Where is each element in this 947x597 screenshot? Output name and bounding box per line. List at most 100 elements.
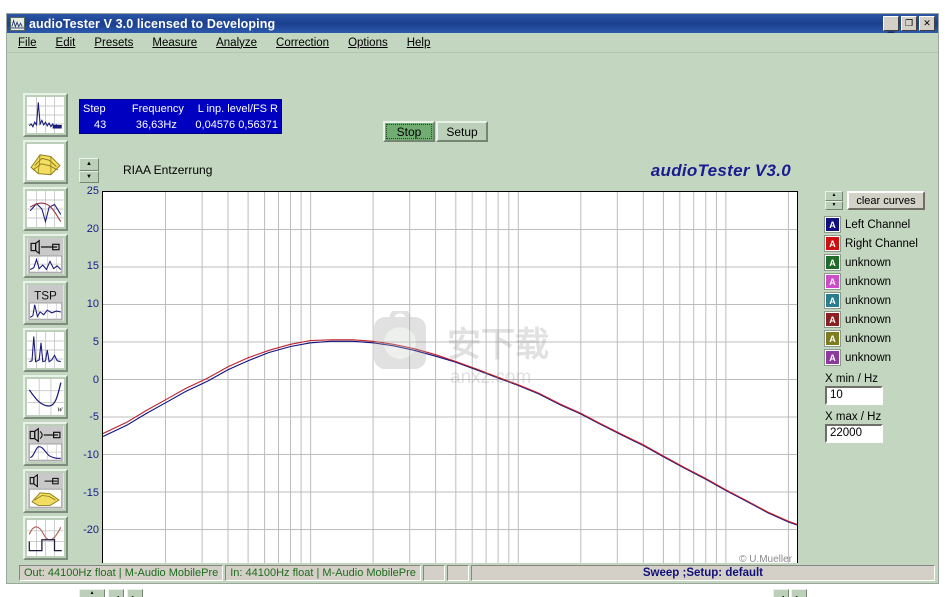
svg-text:TSP: TSP: [34, 289, 57, 302]
legend-item-unknown-4[interactable]: A unknown: [825, 272, 938, 291]
y-tick: -10: [83, 448, 99, 461]
spinner-down-icon[interactable]: ▼: [79, 170, 99, 183]
x-scroll-right-button[interactable]: ▶: [791, 589, 807, 597]
legend-item-right-channel[interactable]: A Right Channel: [825, 234, 938, 253]
legend-color-swatch[interactable]: A: [825, 255, 840, 270]
speaker-lowpass-icon: [27, 426, 64, 462]
scroll-right-button[interactable]: ▶: [127, 589, 143, 597]
stop-button[interactable]: Stop: [383, 121, 435, 142]
curve-index-up-icon[interactable]: ▲: [825, 191, 843, 201]
info-level-values: 0,04576 0,56371: [195, 117, 278, 133]
legend-item-left-channel[interactable]: A Left Channel: [825, 215, 938, 234]
menu-correction[interactable]: Correction: [274, 36, 331, 50]
minimize-icon: _: [887, 18, 895, 33]
bottom-left-controls: ▲ ▼ ◀ ▶: [79, 589, 143, 597]
setup-button[interactable]: Setup: [436, 121, 488, 142]
toolbar-impedance-button[interactable]: w: [23, 375, 68, 419]
menu-edit[interactable]: Edit: [54, 36, 78, 50]
plot-gridlines: [103, 192, 797, 567]
toolbar-spectrum-fft-button[interactable]: [23, 93, 68, 137]
menu-presets-label: Presets: [94, 36, 134, 49]
menu-file[interactable]: File: [16, 36, 39, 50]
curve-legend: A Left Channel A Right Channel A unknown…: [825, 215, 938, 367]
brand-label: audioTester V3.0: [650, 161, 791, 180]
spectrum-fft-icon: [27, 97, 64, 133]
toolbar-speaker-waterfall-button[interactable]: [23, 469, 68, 513]
legend-color-swatch[interactable]: A: [825, 293, 840, 308]
chart-vertical-spinner[interactable]: ▲ ▼: [79, 158, 99, 183]
info-frequency-value: 36,63Hz: [135, 119, 177, 131]
legend-item-unknown-3[interactable]: A unknown: [825, 253, 938, 272]
title-bar: audioTester V 3.0 licensed to Developing…: [7, 14, 938, 33]
menu-options[interactable]: Options: [346, 36, 390, 50]
y-tick: -20: [83, 524, 99, 537]
clear-curves-button[interactable]: clear curves: [847, 191, 925, 210]
status-bar: Out: 44100Hz float | M-Audio MobilePre I…: [7, 563, 938, 583]
legend-item-unknown-6[interactable]: A unknown: [825, 310, 938, 329]
menu-measure-label: Measure: [152, 36, 198, 49]
setup-button-label: Setup: [446, 124, 478, 139]
chart-title: RIAA Entzerrung: [123, 163, 213, 177]
toolbar-sweep-curves-button[interactable]: [23, 187, 68, 231]
toolbar-speaker-response-button[interactable]: [23, 234, 68, 278]
x-scroll-left-button[interactable]: ◀: [773, 589, 789, 597]
info-level-left-value: 0,04576: [195, 119, 236, 131]
status-blank-2: [446, 565, 469, 581]
curve-index-spinner[interactable]: ▲ ▼: [825, 191, 843, 210]
x-max-input[interactable]: 22000: [825, 424, 883, 443]
toolbar-speaker-lowpass-button[interactable]: [23, 422, 68, 466]
legend-label: unknown: [845, 351, 892, 364]
legend-item-unknown-5[interactable]: A unknown: [825, 291, 938, 310]
y-scale-spinner[interactable]: ▲ ▼: [79, 589, 105, 597]
measurement-info-panel: Step Frequency L inp. level/FS R 43 36,6…: [79, 99, 282, 134]
waterfall-3d-icon: [27, 144, 64, 180]
legend-color-swatch[interactable]: A: [825, 312, 840, 327]
speaker-response-icon: [27, 238, 64, 274]
menu-analyze[interactable]: Analyze: [214, 36, 259, 50]
plot-area[interactable]: © U.Mueller: [102, 191, 798, 568]
minimize-button[interactable]: _: [883, 16, 899, 33]
status-input-device: In: 44100Hz float | M-Audio MobilePre: [225, 565, 421, 581]
curve-index-down-icon[interactable]: ▼: [825, 200, 843, 210]
status-blank-1: [422, 565, 445, 581]
scroll-left-button[interactable]: ◀: [108, 589, 124, 597]
legend-color-swatch[interactable]: A: [825, 331, 840, 346]
menu-measure[interactable]: Measure: [150, 36, 199, 50]
toolbar-waveform-square-button[interactable]: [23, 516, 68, 560]
legend-color-swatch[interactable]: A: [825, 274, 840, 289]
legend-label: unknown: [845, 313, 892, 326]
toolbar-waterfall-3d-button[interactable]: [23, 140, 68, 184]
close-button[interactable]: ✕: [919, 16, 935, 31]
spinner-up-icon[interactable]: ▲: [79, 158, 99, 171]
toolbar-impulse-peaks-button[interactable]: [23, 328, 68, 372]
maximize-button[interactable]: ❐: [901, 16, 917, 31]
toolbar-tsp-button[interactable]: TSP: [23, 281, 68, 325]
legend-color-swatch[interactable]: A: [825, 350, 840, 365]
bottom-right-controls: ◀ ▶: [773, 589, 807, 597]
y-scale-up-icon[interactable]: ▲: [79, 589, 105, 597]
legend-color-swatch[interactable]: A: [825, 217, 840, 232]
menu-file-label: File: [18, 36, 37, 49]
y-tick: 0: [92, 373, 99, 386]
legend-item-unknown-7[interactable]: A unknown: [825, 329, 938, 348]
menu-help[interactable]: Help: [405, 36, 433, 50]
x-min-input[interactable]: 10: [825, 386, 883, 405]
status-output-device: Out: 44100Hz float | M-Audio MobilePre: [19, 565, 224, 581]
y-tick: 5: [92, 335, 99, 348]
impedance-icon: w: [27, 379, 64, 415]
plot-curves: [103, 339, 797, 526]
impulse-peaks-icon: [27, 332, 64, 368]
clear-curves-row: ▲ ▼ clear curves: [825, 191, 938, 210]
menu-correction-label: Correction: [276, 36, 330, 49]
info-level-right-value: 0,56371: [238, 119, 278, 131]
app-waveform-icon: [10, 16, 25, 31]
status-sweep-setup: Sweep ;Setup: default: [470, 565, 935, 581]
legend-label: unknown: [845, 256, 892, 269]
menu-edit-label: Edit: [55, 36, 76, 49]
tsp-icon: TSP: [27, 285, 64, 321]
menu-presets[interactable]: Presets: [92, 36, 135, 50]
legend-color-swatch[interactable]: A: [825, 236, 840, 251]
legend-item-unknown-8[interactable]: A unknown: [825, 348, 938, 367]
y-tick: -5: [89, 411, 99, 424]
legend-label: unknown: [845, 275, 892, 288]
